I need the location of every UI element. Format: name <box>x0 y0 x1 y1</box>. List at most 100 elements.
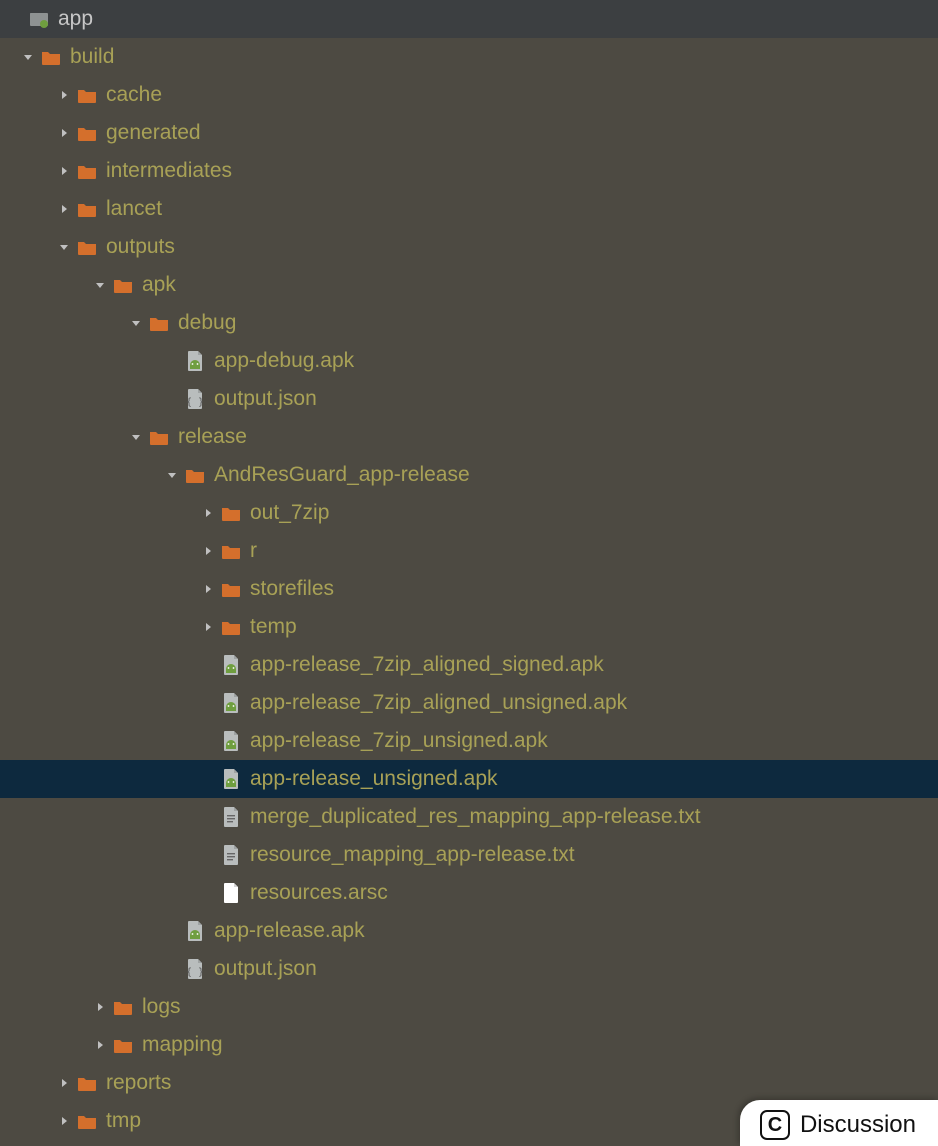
tree-label: merge_duplicated_res_mapping_app-release… <box>250 805 701 829</box>
tree-label: AndResGuard_app-release <box>214 463 470 487</box>
tree-label: app-release.apk <box>214 919 365 943</box>
apk-icon <box>182 920 208 942</box>
file-icon <box>218 882 244 904</box>
tree-row[interactable]: app-debug.apk <box>0 342 938 380</box>
chevron-right-icon[interactable] <box>54 1115 74 1127</box>
chevron-down-icon[interactable] <box>54 241 74 253</box>
tree-label: app-release_7zip_unsigned.apk <box>250 729 548 753</box>
tree-row[interactable]: app-release.apk <box>0 912 938 950</box>
discussion-tab[interactable]: C Discussion <box>740 1100 938 1146</box>
tree-label: out_7zip <box>250 501 329 525</box>
tree-row[interactable]: generated <box>0 114 938 152</box>
tree-label: lancet <box>106 197 162 221</box>
tree-row[interactable]: build <box>0 38 938 76</box>
module-icon <box>26 9 52 29</box>
folder-icon <box>110 997 136 1017</box>
chevron-down-icon[interactable] <box>162 469 182 481</box>
tree-row[interactable]: storefiles <box>0 570 938 608</box>
folder-icon <box>218 579 244 599</box>
discussion-label: Discussion <box>800 1111 916 1139</box>
folder-icon <box>74 1111 100 1131</box>
chevron-down-icon[interactable] <box>90 279 110 291</box>
tree-label: intermediates <box>106 159 232 183</box>
tree-row[interactable]: apk <box>0 266 938 304</box>
chevron-down-icon[interactable] <box>126 317 146 329</box>
chevron-right-icon[interactable] <box>198 583 218 595</box>
tree-row[interactable]: { } output.json <box>0 950 938 988</box>
folder-icon <box>146 313 172 333</box>
tree-row[interactable]: out_7zip <box>0 494 938 532</box>
tree-label: release <box>178 425 247 449</box>
tree-label: tmp <box>106 1109 141 1133</box>
tree-row[interactable]: { }output.json <box>0 380 938 418</box>
tree-row[interactable]: reports <box>0 1064 938 1102</box>
tree-row[interactable]: mapping <box>0 1026 938 1064</box>
folder-icon <box>218 503 244 523</box>
chevron-right-icon[interactable] <box>90 1001 110 1013</box>
chevron-right-icon[interactable] <box>54 89 74 101</box>
file-tree: app build cache generated intermediates lance… <box>0 0 938 1140</box>
apk-icon <box>218 692 244 714</box>
tree-row[interactable]: cache <box>0 76 938 114</box>
chevron-right-icon[interactable] <box>54 165 74 177</box>
tree-label: app-release_7zip_aligned_signed.apk <box>250 653 604 677</box>
tree-row[interactable]: app-release_7zip_unsigned.apk <box>0 722 938 760</box>
tree-row[interactable]: temp <box>0 608 938 646</box>
folder-icon <box>110 275 136 295</box>
tree-row[interactable]: release <box>0 418 938 456</box>
tree-row[interactable]: resources.arsc <box>0 874 938 912</box>
tree-label: build <box>70 45 114 69</box>
chevron-right-icon[interactable] <box>54 127 74 139</box>
folder-icon <box>38 47 64 67</box>
chevron-right-icon[interactable] <box>54 203 74 215</box>
txt-icon <box>218 806 244 828</box>
tree-row[interactable]: app <box>0 0 938 38</box>
chevron-right-icon[interactable] <box>198 621 218 633</box>
tree-label: output.json <box>214 957 317 981</box>
tree-row[interactable]: resource_mapping_app-release.txt <box>0 836 938 874</box>
chevron-right-icon[interactable] <box>54 1077 74 1089</box>
tree-row[interactable]: lancet <box>0 190 938 228</box>
tree-label: resource_mapping_app-release.txt <box>250 843 575 867</box>
tree-row[interactable]: app-release_unsigned.apk <box>0 760 938 798</box>
tree-row[interactable]: r <box>0 532 938 570</box>
tree-label: app-release_unsigned.apk <box>250 767 498 791</box>
folder-icon <box>146 427 172 447</box>
tree-label: generated <box>106 121 201 145</box>
txt-icon <box>218 844 244 866</box>
tree-row[interactable]: app-release_7zip_aligned_unsigned.apk <box>0 684 938 722</box>
tree-row[interactable]: app-release_7zip_aligned_signed.apk <box>0 646 938 684</box>
chevron-right-icon[interactable] <box>198 545 218 557</box>
tree-row[interactable]: AndResGuard_app-release <box>0 456 938 494</box>
tree-label: app-release_7zip_aligned_unsigned.apk <box>250 691 627 715</box>
tree-label: debug <box>178 311 236 335</box>
tree-label: temp <box>250 615 297 639</box>
tree-label: r <box>250 539 257 563</box>
discussion-badge-icon: C <box>760 1110 790 1140</box>
tree-row[interactable]: intermediates <box>0 152 938 190</box>
tree-row[interactable]: outputs <box>0 228 938 266</box>
tree-row[interactable]: logs <box>0 988 938 1026</box>
json-icon: { } <box>182 388 208 410</box>
tree-row[interactable]: debug <box>0 304 938 342</box>
chevron-down-icon[interactable] <box>18 51 38 63</box>
folder-icon <box>74 199 100 219</box>
chevron-right-icon[interactable] <box>198 507 218 519</box>
tree-label: app <box>58 7 93 31</box>
svg-text:{ }: { } <box>186 967 204 978</box>
apk-icon <box>218 730 244 752</box>
folder-icon <box>110 1035 136 1055</box>
svg-text:{ }: { } <box>186 397 204 408</box>
folder-icon <box>74 161 100 181</box>
chevron-right-icon[interactable] <box>90 1039 110 1051</box>
tree-row[interactable]: merge_duplicated_res_mapping_app-release… <box>0 798 938 836</box>
folder-icon <box>218 617 244 637</box>
folder-icon <box>74 237 100 257</box>
apk-icon <box>218 768 244 790</box>
apk-icon <box>182 350 208 372</box>
folder-icon <box>218 541 244 561</box>
chevron-down-icon[interactable] <box>126 431 146 443</box>
tree-label: app-debug.apk <box>214 349 354 373</box>
tree-label: logs <box>142 995 181 1019</box>
tree-label: apk <box>142 273 176 297</box>
